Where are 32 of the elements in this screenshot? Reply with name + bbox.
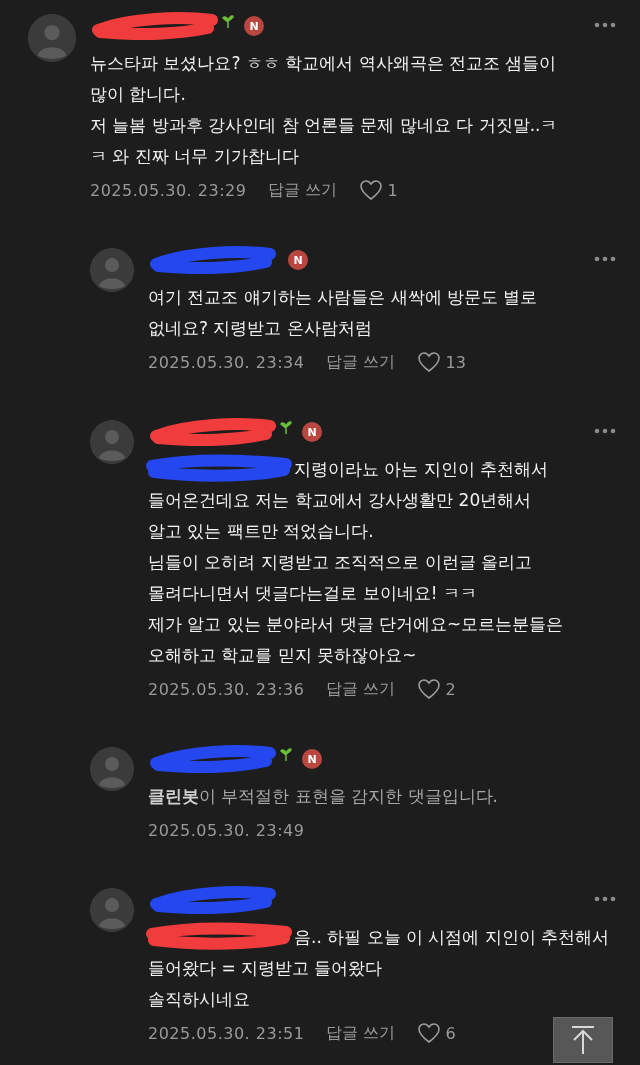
more-icon[interactable] bbox=[594, 22, 616, 28]
n-badge: N bbox=[302, 749, 322, 769]
up-arrow-icon bbox=[570, 1025, 596, 1055]
like-count: 1 bbox=[387, 180, 398, 200]
comment-text: 여기 전교조 얘기하는 사람들은 새싹에 방문도 별로 없네요? 지령받고 온사람처럼 bbox=[148, 286, 538, 340]
heart-icon[interactable] bbox=[359, 179, 384, 201]
comment-date: 2025.05.30. 23:34 bbox=[148, 352, 305, 372]
n-badge: N bbox=[288, 250, 308, 270]
comment-text: 음.. 하필 오늘 이 시점에 지인이 추천해서 들어왔다 = 지령받고 들어왔다 솔직하시네요 bbox=[148, 922, 610, 1015]
heart-icon[interactable] bbox=[417, 678, 442, 700]
more-icon[interactable] bbox=[594, 896, 616, 902]
comment-date: 2025.05.30. 23:36 bbox=[148, 679, 305, 699]
reply-link[interactable]: 답글 쓰기 bbox=[326, 351, 396, 373]
n-badge: N bbox=[302, 422, 322, 442]
more-icon[interactable] bbox=[594, 428, 616, 434]
comment-text: 지령이라뇨 아는 지인이 추천해서 들어온건데요 저는 학교에서 강사생활만 20년해서 알고 있는 팩트만 적었습니다. 님들이 오히려 지령받고 조직적으로 이런글 올리고 몰려다니면서 댓글다는걸로 보이네요! ㅋㅋ 제가 알고 있는 분야라서 댓글 단거에요~모르는분들은 오해하고 학교를 믿지 못하잖아요~ bbox=[148, 454, 564, 671]
n-badge: N bbox=[244, 16, 264, 36]
comment-text: 뉴스타파 보셨나요? ㅎㅎ 학교에서 역사왜곡은 전교조 샘들이 많이 합니다. 저 늘봄 방과후 강사인데 참 언론들 문제 많네요 다 거짓말..ㅋㅋ 와 진짜 너무 기가찹니다 bbox=[90, 52, 559, 168]
like-count: 6 bbox=[445, 1023, 456, 1043]
filtered-notice: 클린봇이 부적절한 표현을 감지한 댓글입니다. bbox=[148, 785, 499, 808]
scroll-top-button[interactable] bbox=[553, 1017, 613, 1063]
reply-link[interactable]: 답글 쓰기 bbox=[268, 179, 338, 201]
like-count: 2 bbox=[445, 679, 456, 699]
comment-date: 2025.05.30. 23:49 bbox=[148, 820, 305, 840]
like-count: 13 bbox=[445, 352, 466, 372]
reply-link[interactable]: 답글 쓰기 bbox=[326, 1022, 396, 1044]
heart-icon[interactable] bbox=[417, 351, 442, 373]
reply-link[interactable]: 답글 쓰기 bbox=[326, 678, 396, 700]
more-icon[interactable] bbox=[594, 256, 616, 262]
heart-icon[interactable] bbox=[417, 1022, 442, 1044]
comment-date: 2025.05.30. 23:29 bbox=[90, 180, 247, 200]
comment-date: 2025.05.30. 23:51 bbox=[148, 1023, 305, 1043]
